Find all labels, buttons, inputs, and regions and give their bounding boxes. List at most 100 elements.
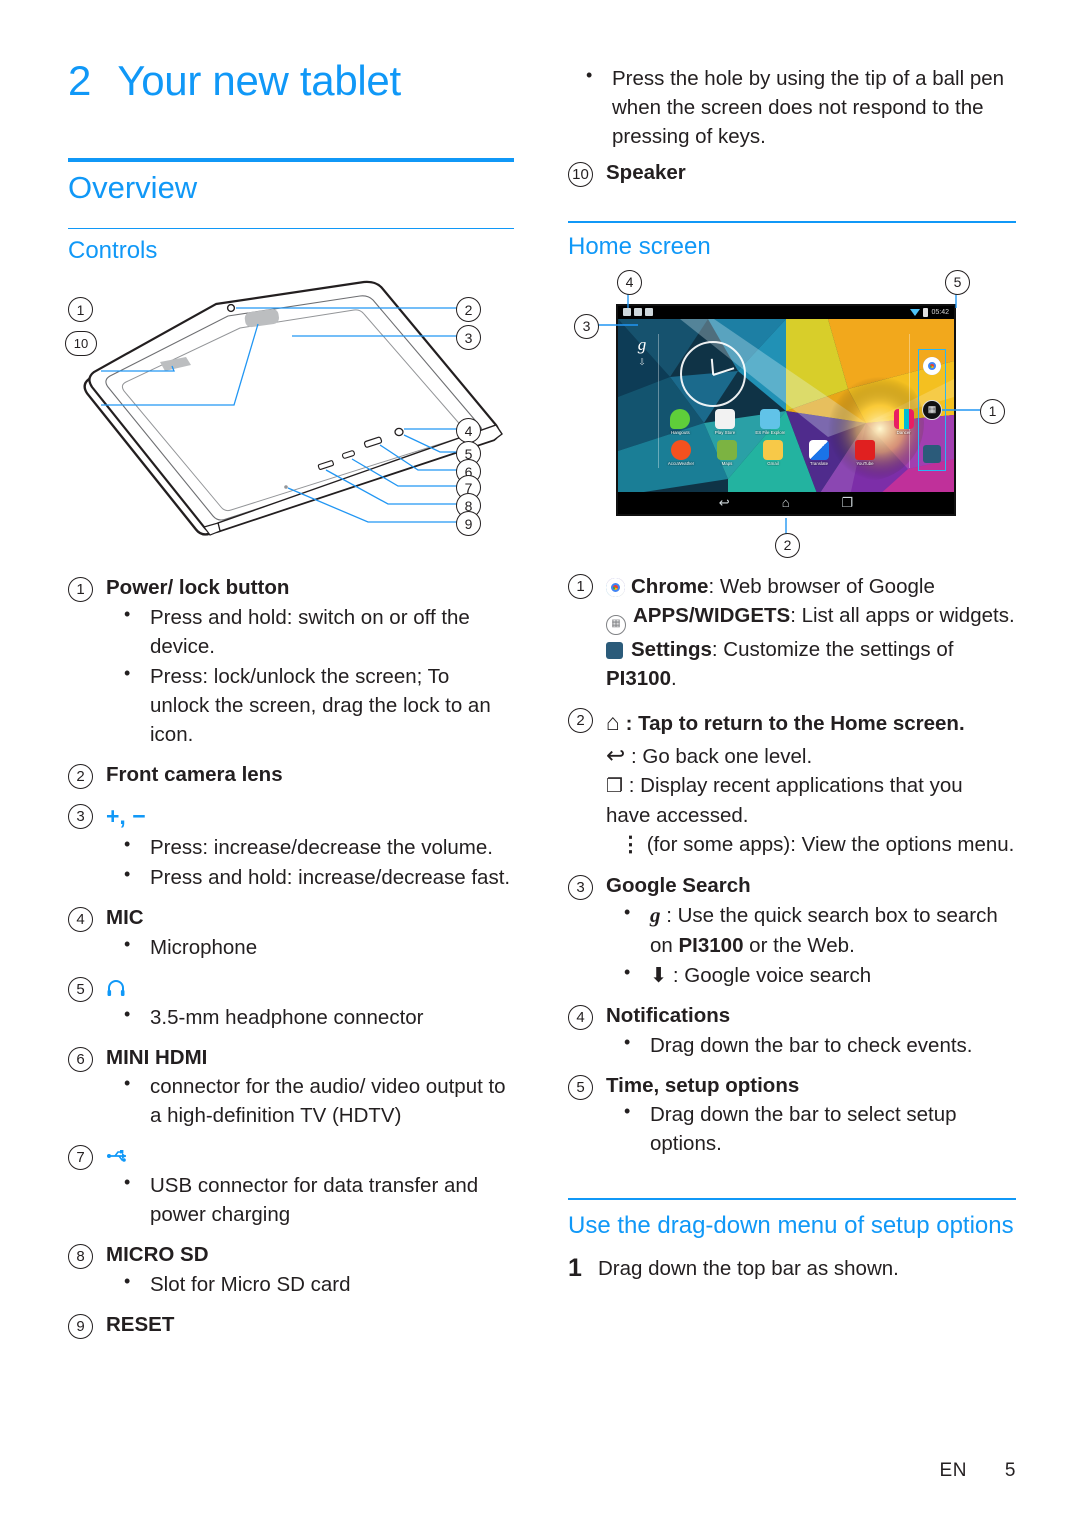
item-number: 1 [568,573,593,599]
settings-desc: : Customize the settings of [711,637,954,661]
item-number: 2 [568,708,593,734]
control-item-2: 2 Front camera lens [68,762,514,790]
control-item-10: 10 Speaker [568,160,1016,188]
google-g-icon[interactable]: g [624,336,660,353]
item-bullets: Microphone [106,932,514,962]
dragdown-rule [568,1198,1016,1201]
maps-icon [717,439,737,460]
item-number: 4 [568,1004,593,1030]
recents-icon: ❐ [606,776,624,798]
google-search-widget[interactable]: g ⇩ [624,336,660,368]
section-heading-overview: Overview [68,170,198,205]
item-title: RESET [106,1313,175,1337]
app-gmail[interactable]: Gmail [758,439,788,466]
item-number: 4 [68,907,93,933]
home-callout-3: 3 [574,313,599,339]
app-label: AccuWeather [667,460,695,466]
app-grid: Hangouts Play Store ES File Explorer Dan… [666,404,918,466]
app-hangouts[interactable]: Hangouts [666,408,695,435]
control-item-7: 7 U [68,1143,514,1229]
home-callout-5: 5 [945,269,970,295]
recents-nav-line: ❐ : Display recent applications that you [606,771,1016,801]
step-number: 1 [568,1254,582,1283]
item-title: Speaker [606,161,686,185]
home-item-4: 4 Notifications Drag down the bar to che… [568,1003,1016,1060]
bullet: Press: lock/unlock the screen; To unlock… [106,661,514,749]
app-accuweather[interactable]: AccuWeather [666,439,696,466]
callout-4: 4 [456,418,481,444]
item-number: 8 [68,1244,93,1270]
control-item-9: 9 RESET [68,1312,514,1340]
home-dock: ▦ [918,348,946,471]
apps-widgets-line: ▦ APPS/WIDGETS: List all apps or widgets. [606,601,1016,635]
item-number: 10 [568,162,593,188]
item-title: MINI HDMI [106,1045,208,1069]
app-label: Maps [721,460,733,466]
model-period: . [670,666,677,690]
control-item-1: 1 Power/ lock button Press and hold: swi… [68,575,514,749]
app-maps[interactable]: Maps [712,439,742,466]
microphone-icon[interactable]: ⇩ [624,357,660,368]
manual-page: 2 Your new tablet Overview Controls 1 10… [0,0,1080,1527]
app-translate[interactable]: Translate [804,439,834,466]
app-es-file-explorer[interactable]: ES File Explorer [755,408,785,435]
control-item-6: 6 MINI HDMI connector for the audio/ vid… [68,1045,514,1131]
control-item-4: 4 MIC Microphone [68,905,514,962]
gmail-icon [763,439,783,460]
home-item-1: 1 Chrome: Web browser of Google ▦ APPS/WI… [568,572,1016,693]
app-youtube[interactable]: YouTube [850,439,880,466]
hangouts-icon [670,408,691,429]
section-rule-thick [68,158,514,162]
home-nav-line: ⌂ : Tap to return to the Home screen. [606,706,1016,739]
microphone-icon: ⬇ [650,963,668,987]
clock-widget[interactable] [680,340,746,407]
apps-widgets-label: APPS/WIDGETS [633,603,791,627]
item-bullets: Drag down the bar to check events. [606,1030,1016,1060]
app-play-store[interactable]: Play Store [711,408,740,435]
model-name: PI3100 [606,666,671,690]
quick-search-text2: or the Web. [743,933,855,957]
item-bullets: Slot for Micro SD card [106,1269,514,1299]
reset-bullets: Press the hole by using the tip of a bal… [568,63,1016,151]
bullet: Press and hold: increase/decrease fast. [106,862,514,892]
item-bullets: 3.5-mm headphone connector [106,1002,514,1032]
control-item-5: 5 3.5-mm headphone connector [68,975,514,1032]
bullet: Press: increase/decrease the volume. [106,832,514,862]
home-item-2: 2 ⌂ : Tap to return to the Home screen. … [568,706,1016,860]
app-label: Translate [809,460,829,466]
footer-page-number: 5 [1004,1460,1016,1481]
footer-language: EN [939,1460,967,1481]
home-callout-2: 2 [775,532,800,558]
recents-nav-desc: : Display recent applications that you [623,774,963,798]
item-number: 3 [568,875,593,901]
item-bullets: Press and hold: switch on or off the dev… [106,602,514,750]
overflow-menu-desc: (for some apps): View the options menu. [641,833,1015,857]
bullet: 3.5-mm headphone connector [106,1002,514,1032]
apps-grid-icon[interactable]: ▦ [922,399,942,420]
app-dancer[interactable]: Dancer [889,408,918,435]
model-name: PI3100 [678,933,744,957]
bullet: USB connector for data transfer and powe… [106,1170,514,1229]
back-nav-line: ↩ : Go back one level. [606,739,1016,772]
headphone-icon [106,976,126,999]
settings-icon[interactable] [923,444,941,463]
bullet: Press the hole by using the tip of a bal… [568,63,1016,151]
bullet: Drag down the bar to check events. [606,1030,1016,1060]
callout-3: 3 [456,325,481,351]
bullet: Drag down the bar to select setup option… [606,1099,1016,1158]
item-bullets: Drag down the bar to select setup option… [606,1099,1016,1158]
step-text: Drag down the top bar as shown. [598,1257,899,1281]
item-title: MICRO SD [106,1243,209,1267]
bullet: connector for the audio/ video output to… [106,1071,514,1130]
chrome-icon[interactable] [923,356,941,375]
recents-nav-cont: have accessed. [606,804,749,828]
settings-line: Settings: Customize the settings of [606,635,1016,664]
youtube-icon [855,439,875,460]
app-label: Hangouts [670,429,690,435]
callout-2: 2 [456,297,481,323]
tablet-controls-diagram: 1 10 2 3 4 5 6 7 8 9 [65,274,514,562]
volume-plus-minus-icon: +, − [106,803,146,830]
app-row: Hangouts Play Store ES File Explorer Dan… [666,408,918,435]
item-title: MIC [106,906,144,930]
chrome-label: Chrome [631,574,709,598]
